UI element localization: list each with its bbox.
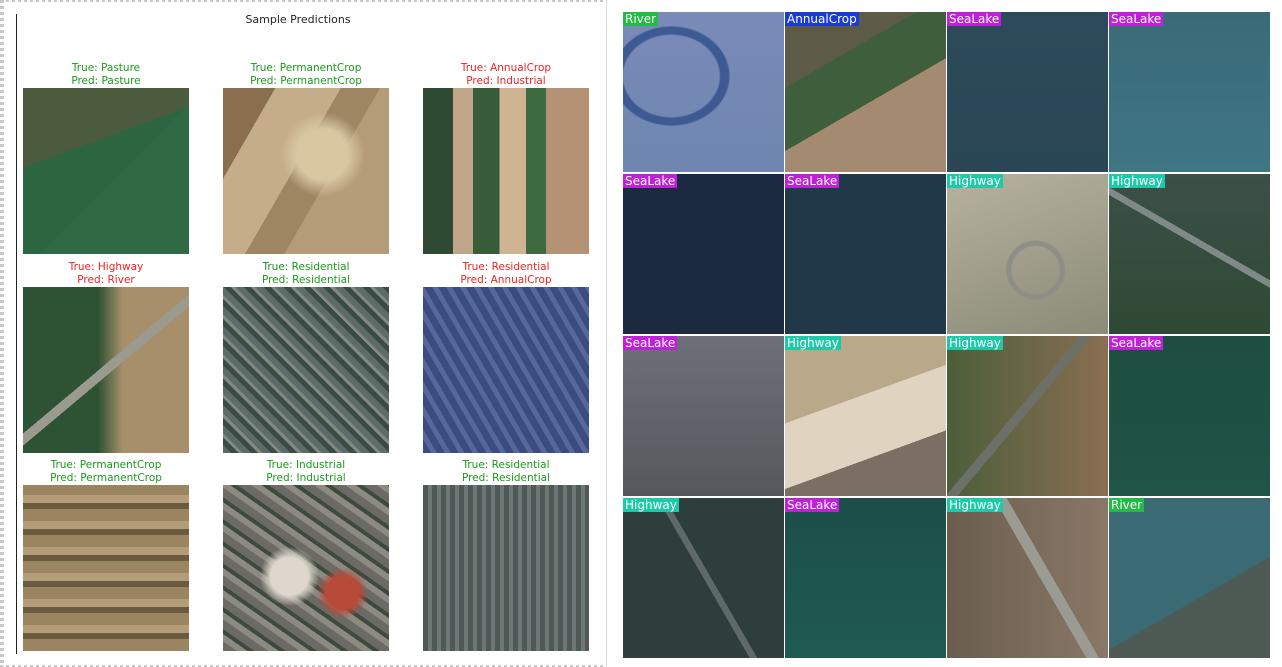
- class-tag: Highway: [947, 174, 1003, 188]
- prediction-caption: True: PermanentCrop Pred: PermanentCrop: [223, 62, 389, 88]
- figure-border-top: [0, 0, 606, 2]
- class-tag: Highway: [947, 336, 1003, 350]
- class-tag: AnnualCrop: [785, 12, 859, 26]
- class-tag: Highway: [947, 498, 1003, 512]
- image-tile: River: [1109, 498, 1270, 658]
- satellite-image: [223, 287, 389, 453]
- figure-border-left: [0, 0, 4, 667]
- image-tile: SeaLake: [1109, 12, 1270, 172]
- pred-label: Pred: Pasture: [71, 75, 141, 87]
- true-label: True: Residential: [462, 261, 550, 273]
- prediction-cell: True: PermanentCrop Pred: PermanentCrop: [23, 459, 189, 651]
- prediction-cell: True: Residential Pred: Residential: [223, 261, 389, 453]
- pred-label: Pred: PermanentCrop: [50, 472, 162, 484]
- class-tag: SeaLake: [1109, 12, 1164, 26]
- class-tag: Highway: [1109, 174, 1165, 188]
- true-label: True: PermanentCrop: [250, 62, 362, 74]
- class-tag: Highway: [785, 336, 841, 350]
- satellite-image: [23, 287, 189, 453]
- prediction-caption: True: PermanentCrop Pred: PermanentCrop: [23, 459, 189, 485]
- prediction-cell: True: Pasture Pred: Pasture: [23, 62, 189, 254]
- prediction-caption: True: Residential Pred: Residential: [423, 459, 589, 485]
- true-label: True: Pasture: [71, 62, 141, 74]
- class-tag: Highway: [623, 498, 679, 512]
- class-tag: SeaLake: [785, 498, 840, 512]
- prediction-cell: True: Residential Pred: AnnualCrop: [423, 261, 589, 453]
- prediction-caption: True: Residential Pred: Residential: [223, 261, 389, 287]
- true-label: True: AnnualCrop: [460, 62, 552, 74]
- pred-label: Pred: PermanentCrop: [250, 75, 362, 87]
- pred-label: Pred: AnnualCrop: [460, 274, 552, 286]
- image-tile: SeaLake: [1109, 336, 1270, 496]
- true-label: True: Residential: [462, 459, 550, 471]
- prediction-caption: True: Pasture Pred: Pasture: [23, 62, 189, 88]
- class-tag: SeaLake: [947, 12, 1002, 26]
- image-tile: SeaLake: [947, 12, 1108, 172]
- prediction-cell: True: Highway Pred: River: [23, 261, 189, 453]
- pred-label: Pred: River: [77, 274, 135, 286]
- satellite-image: [423, 485, 589, 651]
- image-tile: River: [623, 12, 784, 172]
- pred-label: Pred: Residential: [261, 274, 351, 286]
- true-label: True: PermanentCrop: [50, 459, 162, 471]
- image-tile: SeaLake: [623, 336, 784, 496]
- image-tile: Highway: [947, 498, 1108, 658]
- true-label: True: Industrial: [266, 459, 346, 471]
- figure-title: Sample Predictions: [245, 13, 351, 26]
- image-tile: SeaLake: [785, 174, 946, 334]
- satellite-image: [423, 287, 589, 453]
- prediction-cell: True: Industrial Pred: Industrial: [223, 459, 389, 651]
- class-tag: SeaLake: [1109, 336, 1164, 350]
- satellite-image: [23, 485, 189, 651]
- figure-axis-line: [16, 14, 17, 654]
- prediction-caption: True: Highway Pred: River: [23, 261, 189, 287]
- true-label: True: Residential: [262, 261, 350, 273]
- class-tag: River: [1109, 498, 1145, 512]
- class-tag: SeaLake: [785, 174, 840, 188]
- prediction-caption: True: AnnualCrop Pred: Industrial: [423, 62, 589, 88]
- labeled-image-grid: River AnnualCrop SeaLake SeaLake SeaLake SeaL…: [620, 9, 1270, 658]
- true-label: True: Highway: [68, 261, 144, 273]
- pred-label: Pred: Industrial: [266, 472, 346, 484]
- class-tag: SeaLake: [623, 336, 678, 350]
- satellite-image: [23, 88, 189, 254]
- image-tile: SeaLake: [785, 498, 946, 658]
- pred-label: Pred: Residential: [461, 472, 551, 484]
- image-tile: Highway: [623, 498, 784, 658]
- image-tile: Highway: [1109, 174, 1270, 334]
- class-tag: River: [623, 12, 659, 26]
- image-tile: Highway: [947, 174, 1108, 334]
- prediction-cell: True: PermanentCrop Pred: PermanentCrop: [223, 62, 389, 254]
- prediction-cell: True: AnnualCrop Pred: Industrial: [423, 62, 589, 254]
- satellite-image: [223, 485, 389, 651]
- prediction-caption: True: Residential Pred: AnnualCrop: [423, 261, 589, 287]
- pred-label: Pred: Industrial: [466, 75, 546, 87]
- prediction-cell: True: Residential Pred: Residential: [423, 459, 589, 651]
- sample-predictions-figure: Sample Predictions True: Pasture Pred: Pa…: [0, 0, 607, 667]
- satellite-image: [223, 88, 389, 254]
- image-tile: AnnualCrop: [785, 12, 946, 172]
- image-tile: Highway: [785, 336, 946, 496]
- prediction-caption: True: Industrial Pred: Industrial: [223, 459, 389, 485]
- image-tile: SeaLake: [623, 174, 784, 334]
- class-tag: SeaLake: [623, 174, 678, 188]
- satellite-image: [423, 88, 589, 254]
- image-tile: Highway: [947, 336, 1108, 496]
